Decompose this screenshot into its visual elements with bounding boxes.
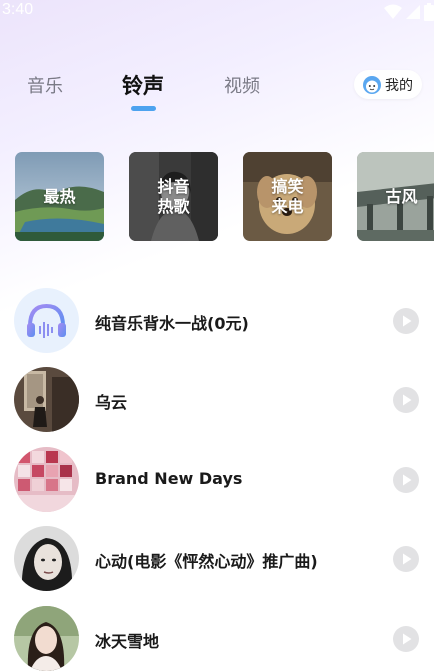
list-item[interactable]: 心动(电影《怦然心动》推广曲) <box>0 526 434 592</box>
category-funny[interactable]: 搞笑 来电 <box>243 152 332 241</box>
status-time: 3:40 <box>2 1 34 18</box>
song-title: 冰天雪地 <box>95 632 160 651</box>
tab-ringtone[interactable]: 铃声 <box>122 70 164 100</box>
signal-icon <box>406 5 420 19</box>
song-avatar <box>14 447 79 512</box>
list-item[interactable]: 冰天雪地 <box>0 606 434 672</box>
category-hot[interactable]: 最热 <box>15 152 104 241</box>
category-row: 最热 抖音 热歌 搞笑 来电 古风 <box>0 152 434 242</box>
play-button[interactable] <box>393 387 419 413</box>
headphones-icon <box>27 303 66 338</box>
song-avatar <box>14 526 79 591</box>
play-icon <box>403 394 412 406</box>
play-icon <box>403 633 412 645</box>
play-button[interactable] <box>393 626 419 652</box>
list-item[interactable]: 纯音乐背水一战(0元) <box>0 288 434 354</box>
song-title: 乌云 <box>95 393 128 412</box>
photo-avatar <box>14 606 79 671</box>
mine-button-label: 我的 <box>385 77 413 94</box>
battery-icon <box>424 3 434 21</box>
category-douyin[interactable]: 抖音 热歌 <box>129 152 218 241</box>
play-button[interactable] <box>393 308 419 334</box>
song-avatar <box>14 606 79 671</box>
list-item[interactable]: Brand New Days <box>0 447 434 513</box>
play-icon <box>403 553 412 565</box>
song-avatar <box>14 288 79 353</box>
face-avatar-icon <box>363 75 381 94</box>
song-title: 纯音乐背水一战(0元) <box>95 314 249 333</box>
photo-avatar <box>14 526 79 591</box>
play-icon <box>403 315 412 327</box>
song-title: Brand New Days <box>95 469 243 488</box>
song-title: 心动(电影《怦然心动》推广曲) <box>95 552 318 571</box>
category-label: 最热 <box>43 186 76 206</box>
category-label: 搞笑 来电 <box>271 176 304 216</box>
album-collage-avatar <box>14 447 79 512</box>
category-ancient-style[interactable]: 古风 <box>357 152 434 241</box>
active-tab-indicator <box>131 106 156 111</box>
status-icons <box>384 2 434 22</box>
category-label: 古风 <box>385 186 418 206</box>
photo-avatar <box>14 367 79 432</box>
play-button[interactable] <box>393 467 419 493</box>
list-item[interactable]: 乌云 <box>0 367 434 433</box>
wifi-icon <box>384 4 402 19</box>
tab-video[interactable]: 视频 <box>224 72 260 98</box>
tab-music[interactable]: 音乐 <box>27 72 63 98</box>
status-bar: 3:40 <box>0 0 434 24</box>
play-button[interactable] <box>393 546 419 572</box>
mine-button[interactable]: 我的 <box>354 70 422 99</box>
song-avatar <box>14 367 79 432</box>
play-icon <box>403 474 412 486</box>
category-label: 抖音 热歌 <box>157 176 190 216</box>
